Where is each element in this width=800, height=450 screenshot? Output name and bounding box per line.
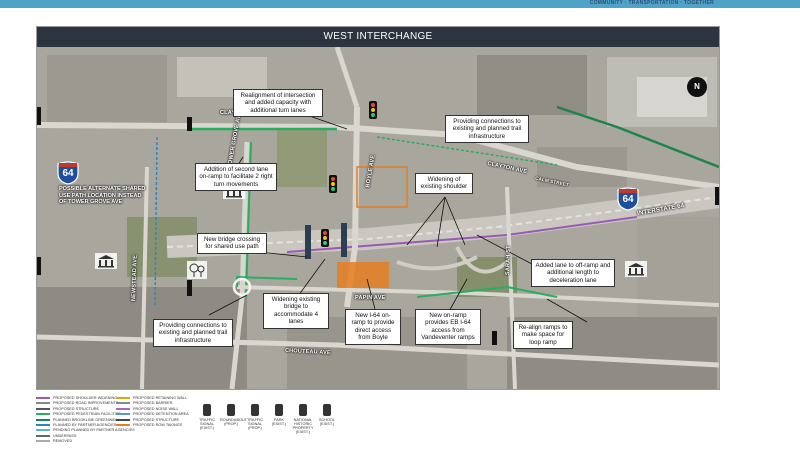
legend-label: PROPOSED SHOULDER WIDENING — [53, 396, 118, 400]
callout-widening-shoulder: Widening of existing shoulder — [415, 173, 473, 194]
school-icon: SCHOOL (EXIST.) — [316, 404, 338, 426]
callout-new-onramp: New on-ramp provides EB I-64 access from… — [415, 309, 481, 345]
legend-symbol-label: SCHOOL (EXIST.) — [318, 418, 336, 426]
map-panel: WEST INTERCHANGE 64 64 N CLAYTON AVE CAL… — [36, 26, 720, 390]
callout-i64-onramp: New I-64 on-ramp to provide direct acces… — [345, 309, 401, 345]
legend-symbol-label: NATIONAL HISTORIC PROPERTY (EXIST.) — [292, 418, 314, 434]
legend-label: PROPOSED NOISE WALL — [133, 406, 179, 411]
legend-swatch — [36, 413, 50, 416]
callout-realignment: Realignment of intersection and added ca… — [233, 89, 323, 118]
callout-second-lane: Addition of second lane on-ramp to facil… — [195, 163, 277, 192]
callout-realign-ramps: Re-align ramps to make space for loop ra… — [513, 321, 573, 350]
traffic-signal-icon — [369, 101, 377, 119]
callout-widening-bridge: Widening existing bridge to accommodate … — [263, 293, 329, 329]
traffic-signal-icon — [329, 175, 337, 193]
legend-item: REMOVED — [36, 439, 72, 443]
legend-swatch — [36, 418, 50, 421]
legend-label: PROPOSED DETENTION AREA — [133, 412, 189, 417]
traffic-signal-icon — [321, 229, 329, 247]
callout-trail-south: Providing connections to existing and pl… — [153, 319, 233, 348]
legend-item: PROPOSED ROAD IMPROVEMENTS — [36, 401, 118, 405]
legend-label: PROPOSED RETAINING WALL — [133, 396, 188, 400]
legend-item: PROPOSED ROW TAKINGS — [116, 423, 182, 427]
legend-item: PROPOSED STRUCTURE — [36, 407, 99, 411]
legend-swatch — [36, 429, 50, 432]
legend-label: PROPOSED BARRIER — [133, 401, 173, 406]
legend-swatch — [116, 418, 130, 421]
legend-label: PROPOSED STRUCTURE — [133, 417, 179, 422]
legend-label: PROPOSED ROW TAKINGS — [133, 423, 183, 427]
legend-symbol-label: ROUNDABOUT (PROP.) — [220, 418, 248, 426]
shield-number: 64 — [62, 168, 74, 179]
legend-swatch — [116, 407, 130, 410]
legend-item: PROPOSED BARRIER — [116, 401, 172, 405]
legend-item: PROPOSED RETAINING WALL — [116, 396, 187, 400]
legend-item: PROPOSED NOISE WALL — [116, 407, 179, 411]
street-label-sarah: SARAH ST — [505, 245, 513, 276]
roundabout-icon: ROUNDABOUT (PROP.) — [220, 404, 248, 426]
aerial-map[interactable]: 64 64 N CLAYTON AVE CLAYTON AVE CALM STR… — [37, 47, 719, 389]
callout-trail-north: Providing connections to existing and pl… — [445, 115, 529, 144]
legend-item: PROPOSED PEDESTRIAN FACILITIES — [36, 412, 121, 416]
traffic-signal-icon: TRAFFIC SIGNAL (PROP.) — [244, 404, 266, 430]
north-arrow-icon: N — [687, 77, 707, 97]
interstate-shield-west: 64 — [57, 161, 79, 185]
legend-swatch — [36, 434, 50, 437]
street-label-papin: PAPIN AVE — [355, 295, 386, 301]
panel-title: WEST INTERCHANGE — [37, 27, 719, 47]
legend-swatch — [116, 424, 130, 426]
legend-item: UNDERPASS — [36, 434, 76, 438]
historic-building-icon: NATIONAL HISTORIC PROPERTY (EXIST.) — [292, 404, 314, 434]
historic-building-icon — [95, 253, 117, 269]
interstate-shield-east: 64 — [617, 187, 639, 211]
legend-label: UNDERPASS — [53, 433, 77, 438]
legend-item: PLANNED BY PARTNER AGENCIES — [36, 423, 116, 427]
legend-item: PENDING PLANNED BY PARTNER AGENCIES — [36, 428, 135, 432]
legend-symbol-label: PARK (EXIST.) — [271, 418, 287, 426]
map-legend: PROPOSED SHOULDER WIDENING PROPOSED ROAD … — [36, 396, 396, 446]
legend-swatch — [36, 397, 50, 399]
legend-swatch — [36, 407, 50, 410]
legend-symbol-label: TRAFFIC SIGNAL (EXIST.) — [198, 418, 216, 430]
legend-item: PLANNED BROOKLINE GREENWAY — [36, 418, 117, 422]
legend-label: PROPOSED STRUCTURE — [53, 406, 99, 411]
legend-label: REMOVED — [53, 439, 73, 444]
callout-bridge-shared: New bridge crossing for shared use path — [197, 233, 267, 254]
legend-swatch — [36, 440, 50, 443]
legend-symbol-label: TRAFFIC SIGNAL (PROP.) — [246, 418, 264, 430]
legend-swatch — [116, 397, 130, 399]
legend-label: PENDING PLANNED BY PARTNER AGENCIES — [53, 428, 135, 433]
legend-item: PROPOSED STRUCTURE — [116, 418, 179, 422]
legend-swatch — [116, 413, 130, 416]
callout-offramp: Added lane to off-ramp and additional le… — [531, 259, 615, 288]
legend-label: PLANNED BROOKLINE GREENWAY — [53, 417, 117, 422]
historic-building-icon — [625, 261, 647, 277]
traffic-signal-icon: TRAFFIC SIGNAL (EXIST.) — [196, 404, 218, 430]
legend-label: PROPOSED PEDESTRIAN FACILITIES — [53, 412, 121, 417]
park-icon: PARK (EXIST.) — [268, 404, 290, 426]
legend-item: PROPOSED DETENTION AREA — [116, 412, 189, 416]
legend-label: PLANNED BY PARTNER AGENCIES — [53, 423, 117, 427]
shield-number: 64 — [622, 194, 634, 205]
legend-swatch — [36, 402, 50, 405]
alternate-path-note: POSSIBLE ALTERNATE SHARED USE PATH LOCAT… — [59, 186, 146, 205]
legend-label: PROPOSED ROAD IMPROVEMENTS — [53, 401, 119, 406]
legend-swatch — [36, 424, 50, 426]
legend-item: PROPOSED SHOULDER WIDENING — [36, 396, 117, 400]
header-tagline: COMMUNITY · TRANSPORTATION · TOGETHER — [589, 0, 714, 6]
park-icon — [187, 261, 207, 279]
legend-swatch — [116, 402, 130, 405]
